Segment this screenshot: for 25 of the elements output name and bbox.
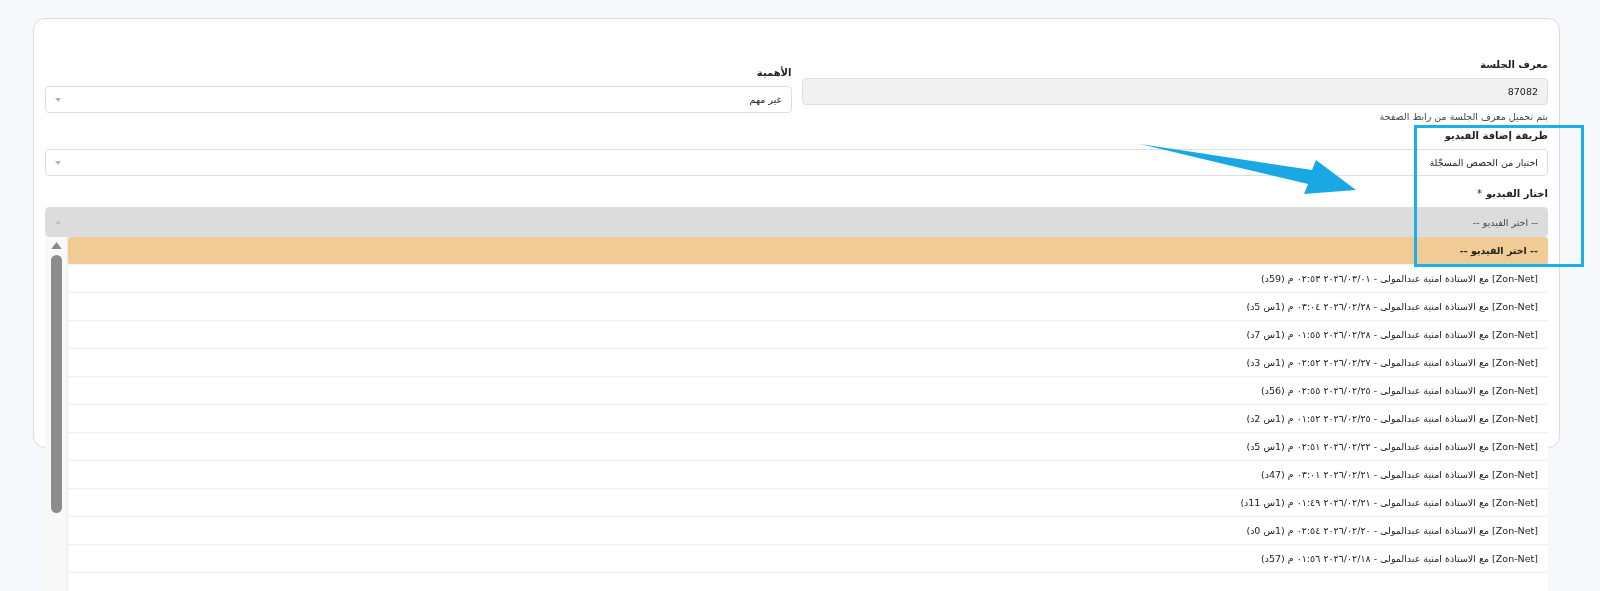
- method-select[interactable]: اختيار من الحصص المسجّلة: [45, 149, 1548, 176]
- video-option[interactable]: [Zon-Net] مع الاستاذة امنية عبدالمولى - ٢٠٢٦/٠٢/٢٧ ٠٢:٥٢ م (1س 3د): [68, 349, 1548, 377]
- video-option[interactable]: [Zon-Net] مع الاستاذة امنية عبدالمولى - ٢٠٢٦/٠٢/٢٥ ٠٢:٥٥ م (56د): [68, 377, 1548, 405]
- video-option[interactable]: [Zon-Net] مع الاستاذة امنية عبدالمولى - ٢٠٢٦/٠٢/٢٠ ٠٢:٥٤ م (1س 0د): [68, 517, 1548, 545]
- scroll-up-icon[interactable]: [50, 242, 62, 249]
- video-option[interactable]: [Zon-Net] مع الاستاذة امنية عبدالمولى - ٢٠٢٦/٠٢/٢١ ٠١:٤٩ م (1س 11د): [68, 489, 1548, 517]
- field-label: الأهمية: [756, 67, 792, 78]
- video-option[interactable]: [Zon-Net] مع الاستاذة امنية عبدالمولى - ٢٠٢٦/٠٢/٢١ ٠٣:٠١ م (47د): [68, 461, 1548, 489]
- video-option[interactable]: [Zon-Net] مع الاستاذة امنية عبدالمولى - ٢٠٢٦/٠٢/١٨ ٠١:٥٦ م (57د): [68, 545, 1548, 573]
- required-mark: *: [1477, 188, 1482, 201]
- video-select[interactable]: -- اختر الفيديو --: [45, 207, 1548, 237]
- field-hint: يتم تحميل معرف الجلسة من رابط الصفحة: [1379, 111, 1548, 122]
- caret-icon: [55, 97, 61, 102]
- video-option[interactable]: [Zon-Net] مع الاستاذة امنية عبدالمولى - ٢٠٢٦/٠٢/٢٨ ٠٣:٠٤ م (1س 5د): [68, 293, 1548, 321]
- importance-select[interactable]: غير مهم: [45, 86, 792, 113]
- video-option[interactable]: -- اختر الفيديو --: [68, 237, 1548, 265]
- video-option[interactable]: [Zon-Net] مع الاستاذة امنية عبدالمولى - ٢٠٢٦/٠٢/٢٨ ٠١:٥٥ م (1س 7د): [68, 321, 1548, 349]
- video-option[interactable]: [Zon-Net] مع الاستاذة امنية عبدالمولى - ٢٠٢٦/٠٢/٢٥ ٠١:٥٢ م (1س 2د): [68, 405, 1548, 433]
- field-label: اختار الفيديو: [1486, 188, 1548, 199]
- scrollbar-thumb[interactable]: [50, 255, 62, 513]
- video-option[interactable]: [Zon-Net] مع الاستاذة امنية عبدالمولى - ٢٠٢٦/٠٢/٢٢ ٠٢:٥١ م (1س 5د): [68, 433, 1548, 461]
- field-label: معرف الجلسة: [1480, 59, 1548, 70]
- video-option[interactable]: [Zon-Net] مع الاستاذة امنية عبدالمولى - ٢٠٢٦/٠٣/٠١ ٠٢:٥٣ م (59د): [68, 265, 1548, 293]
- field-label: طريقة إضافة الفيديو: [1444, 130, 1548, 141]
- caret-icon: [55, 160, 61, 165]
